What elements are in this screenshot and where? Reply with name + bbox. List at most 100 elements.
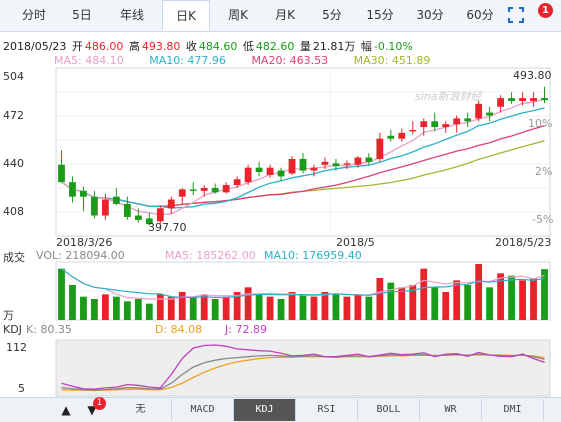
volume-bar — [178, 292, 186, 320]
volume-bar — [519, 280, 526, 320]
candle-body — [442, 124, 450, 128]
min-price-label: 397.70 — [148, 221, 187, 234]
kdj-j: J: 72.89 — [225, 323, 267, 336]
stock-chart[interactable] — [0, 0, 561, 397]
volume-bar — [332, 294, 340, 320]
volume-bar — [288, 292, 296, 320]
volume-bar — [442, 292, 450, 320]
volume-bar — [200, 294, 208, 320]
volume-bar — [101, 294, 109, 320]
candle-body — [233, 179, 241, 186]
tab-wr[interactable]: WR — [420, 399, 482, 421]
candle-body — [541, 98, 548, 101]
candle-body — [519, 98, 526, 101]
volume-bar — [277, 299, 285, 320]
volume-ma10: MA10: 176959.40 — [264, 249, 362, 262]
volume-bar — [112, 296, 120, 320]
volume-vol: VOL: 218094.00 — [36, 249, 125, 262]
volume-bar — [222, 296, 230, 320]
candle-body — [244, 167, 252, 183]
volume-bar — [376, 278, 384, 320]
candle-body — [156, 208, 164, 222]
tab-none[interactable]: 无 — [110, 399, 172, 421]
tab-macd[interactable]: MACD — [172, 399, 234, 421]
tab-boll[interactable]: BOLL — [358, 399, 420, 421]
volume-bar — [431, 287, 439, 320]
candle-body — [211, 187, 219, 193]
volume-bar — [156, 294, 164, 320]
candle-body — [530, 98, 537, 101]
volume-bar — [387, 282, 395, 320]
volume-bar — [123, 301, 131, 320]
candle-body — [58, 164, 65, 183]
candle-body — [101, 199, 109, 216]
volume-bar — [453, 280, 461, 320]
volume-bar — [508, 275, 515, 320]
candle-body — [189, 189, 197, 191]
candle-body — [91, 196, 98, 216]
candle-body — [365, 157, 373, 162]
date-tick: 2018/5/23 — [495, 236, 552, 249]
date-tick: 2018/5 — [336, 236, 375, 249]
volume-bar — [266, 296, 274, 320]
ma30-line — [61, 140, 545, 208]
indicator-tab-bar: ▲ ▼ 1 无 MACD KDJ RSI BOLL WR DMI — [0, 397, 561, 422]
volume-bar — [189, 296, 197, 320]
volume-bar — [80, 296, 87, 320]
candle-body — [497, 98, 505, 107]
indicator-badge: 1 — [93, 397, 106, 410]
candle-body — [310, 167, 318, 171]
kdj-title: KDJ — [3, 323, 22, 336]
max-price-label: 493.80 — [513, 69, 552, 82]
candle-body — [277, 170, 285, 177]
candle-body — [222, 185, 230, 193]
candle-body — [134, 215, 142, 220]
sina-watermark: sina新浪财经 — [415, 90, 482, 103]
volume-ma10-line — [61, 268, 545, 298]
volume-bar — [255, 294, 263, 320]
candle-body — [376, 138, 384, 159]
volume-bar — [343, 296, 351, 320]
tab-rsi[interactable]: RSI — [296, 399, 358, 421]
volume-bar — [134, 299, 142, 320]
volume-bar — [167, 296, 175, 320]
candle-body — [80, 190, 87, 197]
scroll-up-icon[interactable]: ▲ — [56, 400, 76, 420]
candle-body — [431, 121, 439, 128]
candle-body — [167, 199, 175, 209]
candle-body — [255, 167, 263, 173]
price-tick: 408 — [3, 205, 24, 218]
candle-body — [508, 98, 515, 101]
kdj-axis-top: 112 — [6, 341, 27, 354]
tab-kdj[interactable]: KDJ — [234, 399, 296, 421]
volume-bar — [321, 292, 329, 320]
candle-body — [398, 132, 406, 139]
candle-body — [486, 112, 494, 116]
volume-bar — [365, 296, 373, 320]
candle-body — [123, 203, 131, 217]
candle-body — [387, 135, 395, 139]
tab-dmi[interactable]: DMI — [482, 399, 544, 421]
volume-bar — [541, 269, 548, 320]
volume-bar — [464, 285, 472, 320]
volume-bar — [69, 285, 76, 320]
candle-body — [475, 103, 483, 119]
candle-body — [178, 189, 186, 197]
candle-body — [69, 182, 76, 197]
candle-body — [299, 158, 307, 171]
pct-tick: 2% — [535, 165, 553, 178]
volume-bar — [211, 299, 219, 320]
candle-body — [354, 157, 362, 165]
candle-body — [420, 121, 428, 128]
volume-bar — [354, 294, 362, 320]
volume-ma5: MA5: 185262.00 — [165, 249, 256, 262]
candle-body — [343, 163, 351, 165]
volume-title: 成交 — [3, 251, 25, 264]
candle-body — [112, 196, 120, 204]
candle-body — [464, 118, 472, 122]
volume-bar — [475, 264, 483, 320]
pct-tick: -5% — [532, 213, 554, 226]
volume-unit: 万 — [3, 309, 14, 322]
volume-bar — [310, 296, 318, 320]
volume-bar — [91, 299, 98, 320]
